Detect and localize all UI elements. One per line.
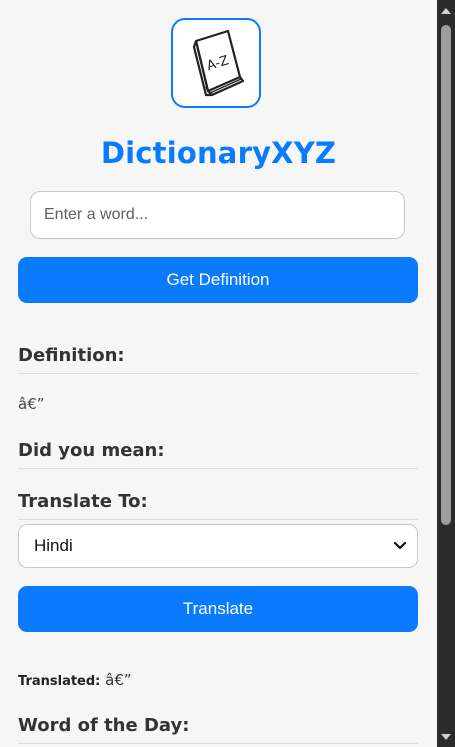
vertical-scrollbar[interactable] (437, 0, 455, 747)
translate-button[interactable]: Translate (18, 586, 418, 632)
selected-language: Hindi (34, 536, 73, 555)
language-select[interactable]: Hindi (18, 524, 418, 568)
get-definition-button[interactable]: Get Definition (18, 257, 418, 303)
chevron-down-icon (393, 541, 407, 550)
translated-value: â€” (105, 671, 132, 689)
did-you-mean-heading: Did you mean: (18, 440, 418, 469)
book-a-z-icon: A-Z (192, 29, 245, 97)
main-content: A-Z DictionaryXYZ Get Definition Definit… (0, 0, 437, 747)
scroll-down-arrow-icon[interactable] (437, 729, 455, 745)
translated-label: Translated: (18, 674, 101, 689)
translated-result: Translated: â€” (18, 671, 132, 689)
translate-to-heading: Translate To: (18, 491, 418, 520)
app-window: A-Z DictionaryXYZ Get Definition Definit… (0, 0, 455, 747)
word-search-input[interactable] (30, 191, 405, 239)
definition-text: â€” (18, 395, 45, 413)
app-logo: A-Z (171, 18, 261, 108)
word-of-the-day-heading: Word of the Day: (18, 715, 418, 744)
definition-heading: Definition: (18, 345, 418, 374)
app-title: DictionaryXYZ (100, 136, 337, 170)
scroll-up-arrow-icon[interactable] (437, 2, 455, 18)
scrollbar-thumb[interactable] (441, 25, 451, 525)
